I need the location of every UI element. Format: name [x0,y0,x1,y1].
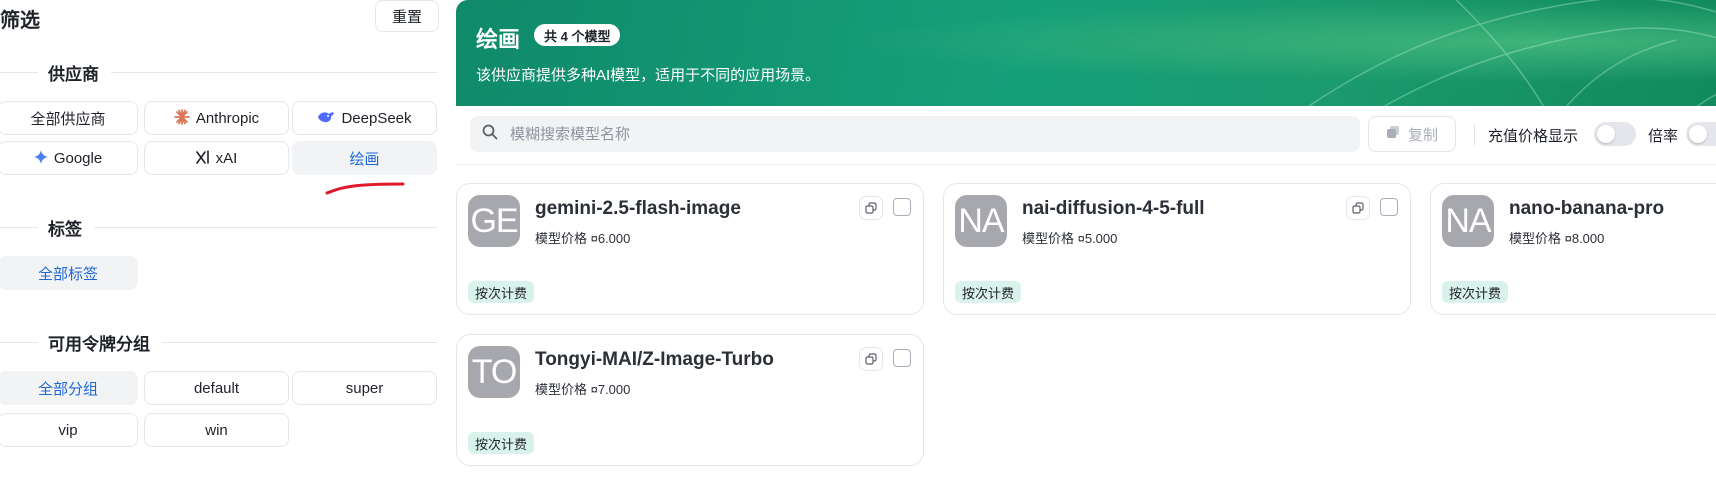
ratio-toggle[interactable] [1686,122,1716,146]
provider-section-title: 供应商 [48,64,99,84]
banner-decoration [1307,0,1716,106]
model-avatar: GE [468,195,520,247]
toolbar: 复制 充值价格显示 倍率 [456,106,1716,165]
provider-chip-label: Google [53,149,103,167]
model-name: nano-banana-pro [1509,198,1665,219]
copy-icon [865,353,877,365]
provider-chip-painting[interactable]: 绘画 [292,141,437,175]
toggle-knob [1689,125,1707,143]
group-section-header: 可用令牌分组 [0,330,437,354]
recharge-price-label: 充值价格显示 [1488,128,1579,145]
copy-model-name-button[interactable] [859,196,883,220]
tag-chip-all[interactable]: 全部标签 [0,256,138,290]
group-chip-super[interactable]: super [292,371,437,405]
model-select-checkbox[interactable] [893,349,911,367]
model-select-checkbox[interactable] [893,198,911,216]
provider-chip-all[interactable]: 全部供应商 [0,101,138,135]
ratio-label: 倍率 [1648,128,1679,145]
billing-tag: 按次计费 [468,432,535,454]
billing-tag: 按次计费 [955,281,1022,303]
group-chip-label: win [205,421,228,439]
provider-chip-google[interactable]: Google [0,141,138,175]
tag-section-title: 标签 [48,219,82,239]
model-price: 模型价格 ¤7.000 [535,382,631,397]
search-input[interactable] [508,124,1312,144]
provider-banner: 绘画 共 4 个模型 该供应商提供多种AI模型，适用于不同的应用场景。 [456,0,1716,106]
red-underline-annotation [325,182,405,195]
copy-button-label: 复制 [1407,126,1438,144]
billing-tag: 按次计费 [468,281,535,303]
group-chip-all[interactable]: 全部分组 [0,371,138,405]
toggle-knob [1597,125,1615,143]
filter-sidebar: 筛选 重置 供应商 全部供应商 Anthropic DeepSeek Googl… [0,0,440,481]
divider [0,71,38,73]
group-chip-win[interactable]: win [144,413,289,447]
billing-tag: 按次计费 [1442,281,1509,303]
divider [0,341,38,343]
google-gemini-icon [33,149,48,167]
provider-chip-anthropic[interactable]: Anthropic [144,101,289,135]
copy-icon [1352,202,1364,214]
model-count-badge: 共 4 个模型 [534,24,621,46]
divider [111,71,437,73]
provider-chip-deepseek[interactable]: DeepSeek [292,101,437,135]
filter-title: 筛选 [0,10,40,32]
model-avatar: NA [1442,195,1494,247]
group-chip-label: super [345,379,384,397]
copy-button[interactable]: 复制 [1368,116,1456,152]
search-icon [482,124,498,145]
xai-icon [195,149,210,167]
group-chip-label: default [193,379,240,397]
group-chip-label: 全部分组 [37,380,98,398]
provider-chip-xai[interactable]: xAI [144,141,289,175]
model-name: Tongyi-MAI/Z-Image-Turbo [535,349,774,370]
recharge-price-toggle[interactable] [1594,122,1636,146]
divider [1474,124,1475,146]
copy-icon [1386,125,1400,143]
provider-chip-label: Anthropic [195,109,260,127]
model-avatar: TO [468,346,520,398]
model-select-checkbox[interactable] [1380,198,1398,216]
divider [0,226,38,228]
model-name: gemini-2.5-flash-image [535,198,741,219]
banner-description: 该供应商提供多种AI模型，适用于不同的应用场景。 [476,67,821,84]
group-chip-default[interactable]: default [144,371,289,405]
model-card[interactable]: GE gemini-2.5-flash-image 模型价格 ¤6.000 按次… [456,183,924,315]
tag-section-header: 标签 [0,215,437,239]
model-card[interactable]: NA nano-banana-pro 模型价格 ¤8.000 按次计费 [1430,183,1716,315]
group-chip-vip[interactable]: vip [0,413,138,447]
reset-button[interactable]: 重置 [375,0,439,32]
provider-chip-label: xAI [215,149,238,167]
group-chip-label: vip [58,421,78,439]
model-price: 模型价格 ¤8.000 [1509,231,1605,246]
banner-title: 绘画 [476,27,521,52]
divider [94,226,437,228]
anthropic-icon [173,108,190,128]
model-card[interactable]: NA nai-diffusion-4-5-full 模型价格 ¤5.000 按次… [943,183,1411,315]
provider-chip-label: 全部供应商 [30,110,106,128]
model-price: 模型价格 ¤5.000 [1022,231,1118,246]
model-avatar: NA [955,195,1007,247]
copy-model-name-button[interactable] [1346,196,1370,220]
divider [162,341,437,343]
provider-section-header: 供应商 [0,60,437,84]
provider-chip-label: DeepSeek [341,109,412,127]
model-name: nai-diffusion-4-5-full [1022,198,1205,219]
model-card[interactable]: TO Tongyi-MAI/Z-Image-Turbo 模型价格 ¤7.000 … [456,334,924,466]
copy-model-name-button[interactable] [859,347,883,371]
deepseek-icon [317,110,335,127]
copy-icon [865,202,877,214]
model-price: 模型价格 ¤6.000 [535,231,631,246]
tag-chip-label: 全部标签 [37,265,98,283]
provider-chip-label: 绘画 [349,150,380,168]
search-box [470,116,1360,152]
group-section-title: 可用令牌分组 [48,334,150,354]
